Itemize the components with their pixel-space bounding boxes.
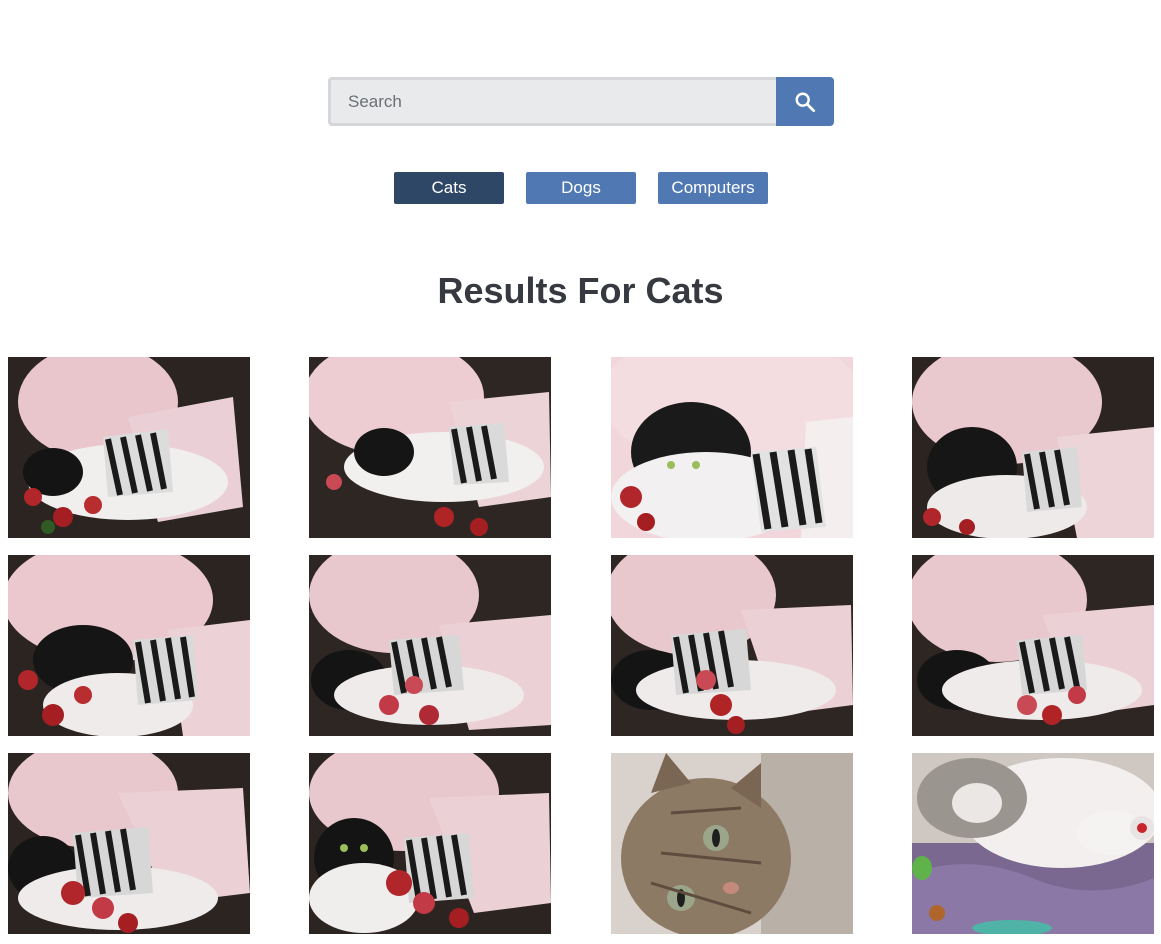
page: Cats Dogs Computers Results For Cats: [0, 0, 1161, 944]
result-image[interactable]: [309, 357, 551, 538]
result-image[interactable]: [8, 753, 250, 934]
search-input[interactable]: [328, 77, 776, 126]
search-icon: [795, 92, 816, 112]
result-image[interactable]: [912, 555, 1154, 736]
result-image[interactable]: [611, 753, 853, 934]
category-buttons: Cats Dogs Computers: [0, 172, 1161, 204]
result-image[interactable]: [309, 753, 551, 934]
result-image[interactable]: [912, 357, 1154, 538]
result-image[interactable]: [611, 555, 853, 736]
search-button[interactable]: [776, 77, 834, 126]
category-button-dogs[interactable]: Dogs: [526, 172, 636, 204]
search-form: [328, 77, 834, 126]
result-image[interactable]: [8, 555, 250, 736]
result-image[interactable]: [912, 753, 1154, 934]
results-heading: Results For Cats: [437, 270, 724, 311]
category-button-computers[interactable]: Computers: [658, 172, 768, 204]
result-image[interactable]: [611, 357, 853, 538]
result-image[interactable]: [309, 555, 551, 736]
category-button-cats[interactable]: Cats: [394, 172, 504, 204]
result-image[interactable]: [8, 357, 250, 538]
